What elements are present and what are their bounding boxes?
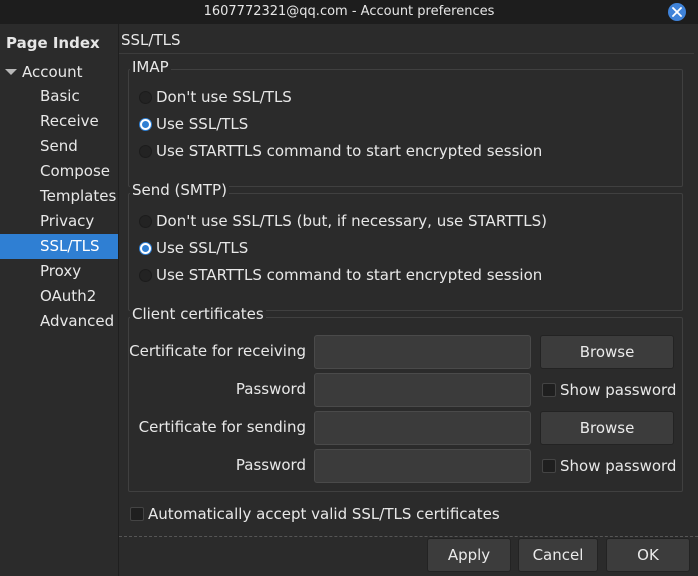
browse-sending-button[interactable]: Browse <box>540 411 674 445</box>
radio-label: Use SSL/TLS <box>156 115 249 133</box>
apply-button[interactable]: Apply <box>427 538 511 572</box>
checkbox-label: Automatically accept valid SSL/TLS certi… <box>148 505 500 523</box>
imap-radio-starttls[interactable]: Use STARTTLS command to start encrypted … <box>139 139 542 163</box>
dialog-button-bar: Apply Cancel OK <box>119 536 698 576</box>
expand-arrow-icon[interactable] <box>5 69 17 75</box>
ok-button[interactable]: OK <box>606 538 690 572</box>
radio-button[interactable] <box>139 268 152 282</box>
checkbox[interactable] <box>542 459 556 473</box>
smtp-radio-starttls[interactable]: Use STARTTLS command to start encrypted … <box>139 263 542 287</box>
title-bar: 1607772321@qq.com - Account preferences <box>0 0 698 24</box>
sidebar-item-privacy[interactable]: Privacy <box>0 209 118 234</box>
page-title: SSL/TLS <box>121 31 181 49</box>
checkbox-label: Show password <box>560 457 677 475</box>
close-icon <box>672 7 682 17</box>
receiving-password-input[interactable] <box>314 373 531 407</box>
smtp-radio-use-ssl[interactable]: Use SSL/TLS <box>139 236 248 260</box>
footer-separator <box>119 536 698 537</box>
sending-password-label: Password <box>235 456 306 474</box>
cert-sending-label: Certificate for sending <box>138 418 306 436</box>
checkbox[interactable] <box>542 383 556 397</box>
cancel-button[interactable]: Cancel <box>518 538 598 572</box>
radio-label: Don't use SSL/TLS <box>156 88 292 106</box>
sidebar-item-label: Send <box>40 137 78 155</box>
sidebar-item-label: Templates <box>40 187 117 205</box>
radio-label: Use STARTTLS command to start encrypted … <box>156 142 543 160</box>
sidebar-item-account[interactable]: Account <box>0 60 118 84</box>
radio-label: Don't use SSL/TLS (but, if necessary, us… <box>156 212 547 230</box>
smtp-radio-no-ssl[interactable]: Don't use SSL/TLS (but, if necessary, us… <box>139 209 547 233</box>
sidebar-item-compose[interactable]: Compose <box>0 159 118 184</box>
sidebar-header: Page Index <box>6 34 100 52</box>
sidebar-item-label: SSL/TLS <box>40 237 100 255</box>
show-password-receiving-checkbox[interactable]: Show password <box>542 379 676 401</box>
checkbox-label: Show password <box>560 381 677 399</box>
sidebar-item-label: Basic <box>40 87 80 105</box>
receiving-password-label: Password <box>235 380 306 398</box>
main-content: SSL/TLS IMAP Don't use SSL/TLS Use SSL/T… <box>119 24 698 536</box>
sidebar-item-label: Account <box>22 63 83 81</box>
radio-button[interactable] <box>139 241 152 255</box>
browse-receiving-button[interactable]: Browse <box>540 335 674 369</box>
checkbox[interactable] <box>130 507 144 521</box>
smtp-group-title: Send (SMTP) <box>130 181 229 199</box>
sidebar-item-templates[interactable]: Templates <box>0 184 118 209</box>
auto-accept-certs-checkbox[interactable]: Automatically accept valid SSL/TLS certi… <box>130 503 500 525</box>
sidebar-item-label: Advanced <box>40 312 115 330</box>
sidebar-item-label: Compose <box>40 162 111 180</box>
close-button[interactable] <box>668 3 686 21</box>
radio-button[interactable] <box>139 117 152 131</box>
window-title: 1607772321@qq.com - Account preferences <box>203 4 495 19</box>
radio-label: Use STARTTLS command to start encrypted … <box>156 266 543 284</box>
sidebar-item-ssl-tls[interactable]: SSL/TLS <box>0 234 118 259</box>
sidebar-item-label: Privacy <box>40 212 95 230</box>
radio-button[interactable] <box>139 90 152 104</box>
sending-password-input[interactable] <box>314 449 531 483</box>
page-index-sidebar: Page Index Account Basic Receive Send Co… <box>0 24 118 576</box>
sidebar-item-proxy[interactable]: Proxy <box>0 259 118 284</box>
radio-label: Use SSL/TLS <box>156 239 249 257</box>
sidebar-item-basic[interactable]: Basic <box>0 84 118 109</box>
cert-sending-input[interactable] <box>314 411 531 445</box>
show-password-sending-checkbox[interactable]: Show password <box>542 455 676 477</box>
imap-radio-use-ssl[interactable]: Use SSL/TLS <box>139 112 248 136</box>
sidebar-item-receive[interactable]: Receive <box>0 109 118 134</box>
imap-radio-no-ssl[interactable]: Don't use SSL/TLS <box>139 85 292 109</box>
sidebar-item-label: Proxy <box>40 262 82 280</box>
radio-button[interactable] <box>139 144 152 158</box>
sidebar-item-send[interactable]: Send <box>0 134 118 159</box>
sidebar-item-oauth2[interactable]: OAuth2 <box>0 284 118 309</box>
imap-group-title: IMAP <box>130 58 171 76</box>
radio-button[interactable] <box>139 214 152 228</box>
client-certificates-title: Client certificates <box>130 305 266 323</box>
title-divider <box>119 53 694 54</box>
cert-receiving-label: Certificate for receiving <box>129 342 306 360</box>
sidebar-item-label: OAuth2 <box>40 287 97 305</box>
cert-receiving-input[interactable] <box>314 335 531 369</box>
sidebar-item-advanced[interactable]: Advanced <box>0 309 118 334</box>
sidebar-item-label: Receive <box>40 112 99 130</box>
